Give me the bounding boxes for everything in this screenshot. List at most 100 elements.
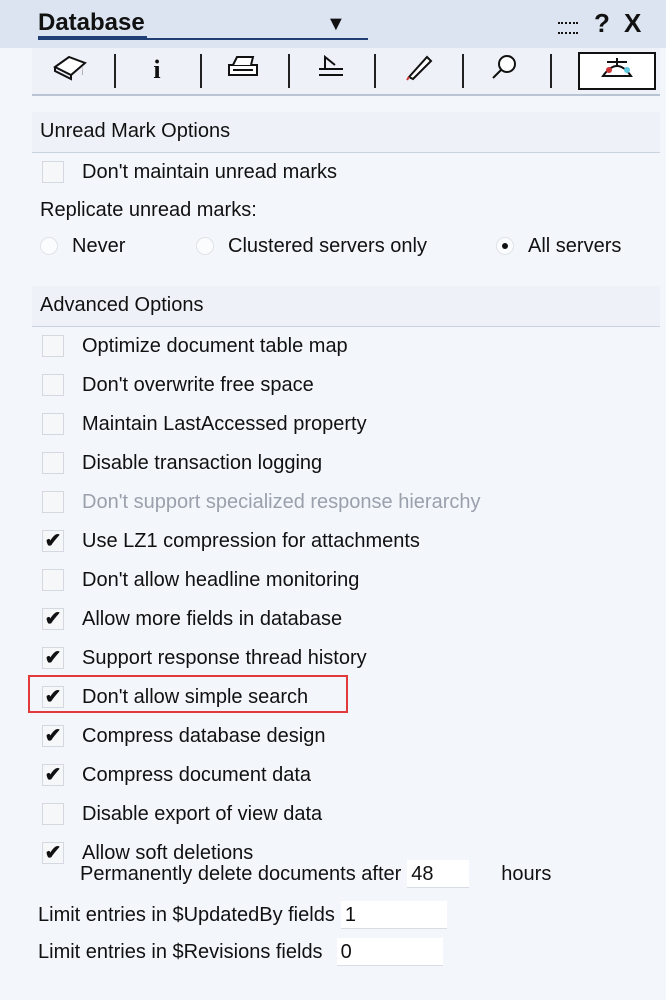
replicate-never-option[interactable]: Never xyxy=(40,228,125,264)
updatedby-row: Limit entries in $UpdatedBy fields 1 xyxy=(38,897,447,933)
advanced-option-row[interactable]: Don't overwrite free space xyxy=(42,367,314,403)
replicate-clustered-label: Clustered servers only xyxy=(228,234,427,257)
tab-advanced[interactable] xyxy=(578,52,656,90)
updatedby-input[interactable]: 1 xyxy=(340,901,447,929)
revisions-label: Limit entries in $Revisions fields xyxy=(38,940,323,963)
dont-maintain-unread-label: Don't maintain unread marks xyxy=(82,160,338,183)
soft-delete-suffix: hours xyxy=(501,862,552,885)
advanced-option-checkbox xyxy=(42,491,64,513)
tab-launch[interactable] xyxy=(382,52,456,88)
tab-separator xyxy=(550,54,552,88)
highlight-box xyxy=(28,675,348,713)
advanced-section-header: Advanced Options xyxy=(32,286,660,327)
database-properties-panel: Database ▼ ? X i i Unread Mark Options D… xyxy=(0,0,666,1000)
rocket-icon xyxy=(401,53,437,88)
revisions-input[interactable]: 0 xyxy=(336,938,443,966)
advanced-option-checkbox[interactable] xyxy=(42,413,64,435)
tab-separator xyxy=(200,54,202,88)
minimize-icon[interactable] xyxy=(558,10,578,40)
title-bar: Database ▼ ? X xyxy=(0,0,666,48)
help-icon[interactable]: ? xyxy=(594,8,610,38)
printer-icon xyxy=(225,53,261,88)
advanced-option-label: Optimize document table map xyxy=(82,334,348,357)
replicate-clustered-option[interactable]: Clustered servers only xyxy=(196,228,427,264)
svg-text:i: i xyxy=(81,67,84,78)
tab-separator xyxy=(288,54,290,88)
advanced-option-label: Support response thread history xyxy=(82,646,367,669)
advanced-option-row[interactable]: Don't allow headline monitoring xyxy=(42,562,359,598)
tab-fulltext[interactable] xyxy=(468,52,542,88)
tab-printing[interactable] xyxy=(206,52,280,88)
advanced-option-label: Disable transaction logging xyxy=(82,451,323,474)
revisions-row: Limit entries in $Revisions fields 0 xyxy=(38,934,443,970)
advanced-option-checkbox[interactable]: ✔ xyxy=(42,530,64,552)
soft-delete-hours-row: Permanently delete documents after 48 ho… xyxy=(80,856,551,892)
tab-strip: i i xyxy=(32,48,660,96)
soft-delete-hours-input[interactable]: 48 xyxy=(407,860,470,888)
checkmark-icon: ✔ xyxy=(44,842,62,864)
magnifier-icon xyxy=(487,53,523,88)
advanced-option-checkbox[interactable]: ✔ xyxy=(42,842,64,864)
close-icon[interactable]: X xyxy=(624,8,641,38)
advanced-option-row[interactable]: ✔ Compress database design xyxy=(42,718,325,754)
tools-icon xyxy=(313,53,349,88)
replicate-unread-label-row: Replicate unread marks: xyxy=(40,192,257,228)
advanced-option-label: Don't allow headline monitoring xyxy=(82,568,360,591)
panel-title[interactable]: Database xyxy=(38,10,147,38)
checkmark-icon: ✔ xyxy=(44,608,62,630)
advanced-option-label: Allow more fields in database xyxy=(82,607,343,630)
triangle-down-icon[interactable]: ▼ xyxy=(326,14,346,34)
advanced-option-label: Don't overwrite free space xyxy=(82,373,314,396)
advanced-option-checkbox[interactable] xyxy=(42,374,64,396)
tab-design[interactable] xyxy=(294,52,368,88)
advanced-option-checkbox[interactable]: ✔ xyxy=(42,725,64,747)
advanced-option-row[interactable]: Maintain LastAccessed property xyxy=(42,406,367,442)
advanced-option-checkbox[interactable]: ✔ xyxy=(42,608,64,630)
advanced-option-row[interactable]: Don't support specialized response hiera… xyxy=(42,484,480,520)
advanced-option-label: Don't support specialized response hiera… xyxy=(82,490,481,513)
advanced-option-row[interactable]: ✔ Support response thread history xyxy=(42,640,367,676)
advanced-option-row[interactable]: ✔ Use LZ1 compression for attachments xyxy=(42,523,420,559)
replicate-all-option[interactable]: All servers xyxy=(496,228,621,264)
advanced-option-label: Maintain LastAccessed property xyxy=(82,412,367,435)
dont-maintain-unread-checkbox[interactable] xyxy=(42,161,64,183)
advanced-option-row[interactable]: Disable transaction logging xyxy=(42,445,322,481)
checkmark-icon: ✔ xyxy=(44,725,62,747)
propeller-hat-icon xyxy=(597,54,637,89)
advanced-option-row[interactable]: Optimize document table map xyxy=(42,328,348,364)
replicate-never-label: Never xyxy=(72,234,126,257)
tab-separator xyxy=(374,54,376,88)
replicate-all-radio[interactable] xyxy=(496,237,514,255)
advanced-option-row[interactable]: ✔ Allow more fields in database xyxy=(42,601,342,637)
tab-info[interactable]: i xyxy=(120,52,194,88)
checkmark-icon: ✔ xyxy=(44,764,62,786)
checkmark-icon: ✔ xyxy=(44,647,62,669)
checkmark-icon: ✔ xyxy=(44,530,62,552)
advanced-option-label: Compress document data xyxy=(82,763,312,786)
replicate-all-label: All servers xyxy=(528,234,622,257)
advanced-option-label: Use LZ1 compression for attachments xyxy=(82,529,420,552)
database-icon: i xyxy=(51,53,91,88)
advanced-option-label: Disable export of view data xyxy=(82,802,323,825)
tab-separator xyxy=(462,54,464,88)
advanced-option-row[interactable]: ✔ Compress document data xyxy=(42,757,311,793)
advanced-option-label: Compress database design xyxy=(82,724,326,747)
tab-basics[interactable]: i xyxy=(34,52,108,88)
unread-section-title: Unread Mark Options xyxy=(40,120,231,142)
updatedby-label: Limit entries in $UpdatedBy fields xyxy=(38,903,335,926)
advanced-option-checkbox[interactable]: ✔ xyxy=(42,764,64,786)
advanced-option-checkbox[interactable] xyxy=(42,335,64,357)
advanced-option-checkbox[interactable] xyxy=(42,803,64,825)
radio-selected-dot xyxy=(502,243,508,249)
replicate-clustered-radio[interactable] xyxy=(196,237,214,255)
replicate-never-radio[interactable] xyxy=(40,237,58,255)
title-underline xyxy=(38,38,368,40)
info-icon: i xyxy=(153,55,161,84)
dont-maintain-unread-row[interactable]: Don't maintain unread marks xyxy=(42,154,337,190)
advanced-option-checkbox[interactable] xyxy=(42,569,64,591)
unread-section-header: Unread Mark Options xyxy=(32,112,660,153)
advanced-option-checkbox[interactable]: ✔ xyxy=(42,647,64,669)
replicate-unread-label: Replicate unread marks: xyxy=(40,198,257,221)
advanced-option-row[interactable]: Disable export of view data xyxy=(42,796,322,832)
advanced-option-checkbox[interactable] xyxy=(42,452,64,474)
